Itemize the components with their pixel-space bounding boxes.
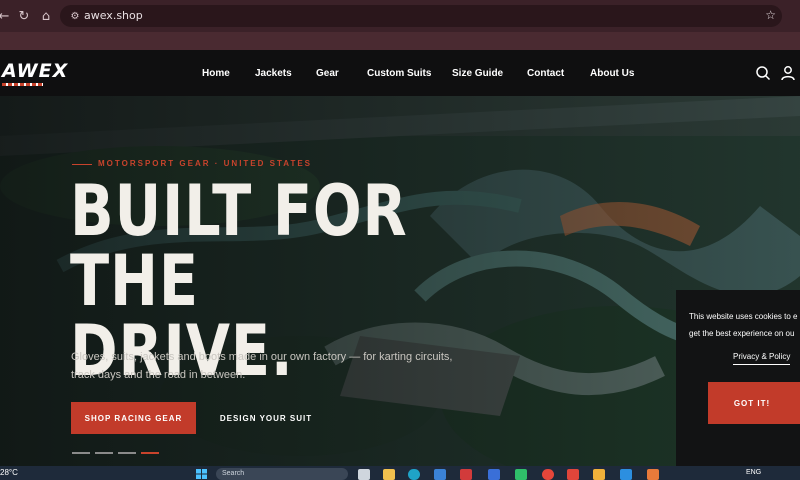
nav-gear[interactable]: Gear xyxy=(316,68,339,79)
edge-icon[interactable] xyxy=(408,469,420,480)
store-icon[interactable] xyxy=(434,469,446,480)
hero-subcopy-line1: Gloves, suits, jackets and boots made in… xyxy=(71,351,453,363)
slide-indicator-1[interactable] xyxy=(72,452,90,454)
logo-underline xyxy=(2,83,43,86)
slide-indicator-2[interactable] xyxy=(95,452,113,454)
address-bar[interactable]: ⚙ awex.shop ☆ xyxy=(60,5,782,27)
cookie-message: This website uses cookies to e get the b… xyxy=(689,308,800,342)
os-taskbar: 28°C Search ENG xyxy=(0,466,800,480)
file-explorer-icon[interactable] xyxy=(383,469,395,480)
design-your-suit-button[interactable]: DESIGN YOUR SUIT xyxy=(208,402,324,434)
browser-bookmarks-strip xyxy=(0,32,800,50)
nav-home[interactable]: Home xyxy=(202,68,230,79)
app-orange-icon[interactable] xyxy=(647,469,659,480)
home-icon[interactable]: ⌂ xyxy=(36,6,56,26)
slide-indicator-4-active[interactable] xyxy=(141,452,159,454)
hero-subcopy-line2: track days and the road in between. xyxy=(71,369,246,381)
back-icon[interactable]: ← xyxy=(0,6,14,26)
task-view-icon[interactable] xyxy=(358,469,370,480)
eyebrow-accent-line xyxy=(72,164,92,165)
url-text[interactable]: awex.shop xyxy=(84,9,143,22)
shop-racing-gear-button[interactable]: SHOP RACING GEAR xyxy=(71,402,196,434)
app-blue-icon[interactable] xyxy=(488,469,500,480)
hero-subcopy: Gloves, suits, jackets and boots made in… xyxy=(71,348,471,384)
nav-size-guide[interactable]: Size Guide xyxy=(452,68,503,79)
app-green-icon[interactable] xyxy=(515,469,527,480)
nav-about-us[interactable]: About Us xyxy=(590,68,634,79)
app-yellow-icon[interactable] xyxy=(593,469,605,480)
vscode-icon[interactable] xyxy=(620,469,632,480)
site-info-icon[interactable]: ⚙ xyxy=(68,9,82,23)
site-header: AWEX Home Jackets Gear Custom Suits Size… xyxy=(0,50,800,96)
weather-widget[interactable]: 28°C xyxy=(0,468,18,477)
privacy-policy-link[interactable]: Privacy & Policy xyxy=(733,352,791,365)
cookie-message-line1: This website uses cookies to e xyxy=(689,312,798,321)
app-red-icon[interactable] xyxy=(460,469,472,480)
hero-eyebrow: MOTORSPORT GEAR · UNITED STATES xyxy=(98,159,313,168)
browser-toolbar: ← ↻ ⌂ ⚙ awex.shop ☆ xyxy=(0,0,800,32)
taskbar-search[interactable]: Search xyxy=(216,468,348,480)
search-icon[interactable] xyxy=(755,65,771,81)
windows-start-icon[interactable] xyxy=(195,468,209,480)
cookie-accept-button[interactable]: GOT IT! xyxy=(708,382,800,424)
cookie-banner: This website uses cookies to e get the b… xyxy=(676,290,800,466)
account-icon[interactable] xyxy=(780,65,796,81)
cookie-message-line2: get the best experience on ou xyxy=(689,329,795,338)
slide-indicator-3[interactable] xyxy=(118,452,136,454)
reload-icon[interactable]: ↻ xyxy=(14,6,34,26)
language-indicator[interactable]: ENG xyxy=(746,469,761,476)
nav-jackets[interactable]: Jackets xyxy=(255,68,292,79)
nav-custom-suits[interactable]: Custom Suits xyxy=(367,68,431,79)
nav-contact[interactable]: Contact xyxy=(527,68,564,79)
site-logo[interactable]: AWEX xyxy=(2,60,68,82)
bookmark-star-icon[interactable]: ☆ xyxy=(765,8,776,22)
chrome-icon[interactable] xyxy=(542,469,554,480)
app-red2-icon[interactable] xyxy=(567,469,579,480)
